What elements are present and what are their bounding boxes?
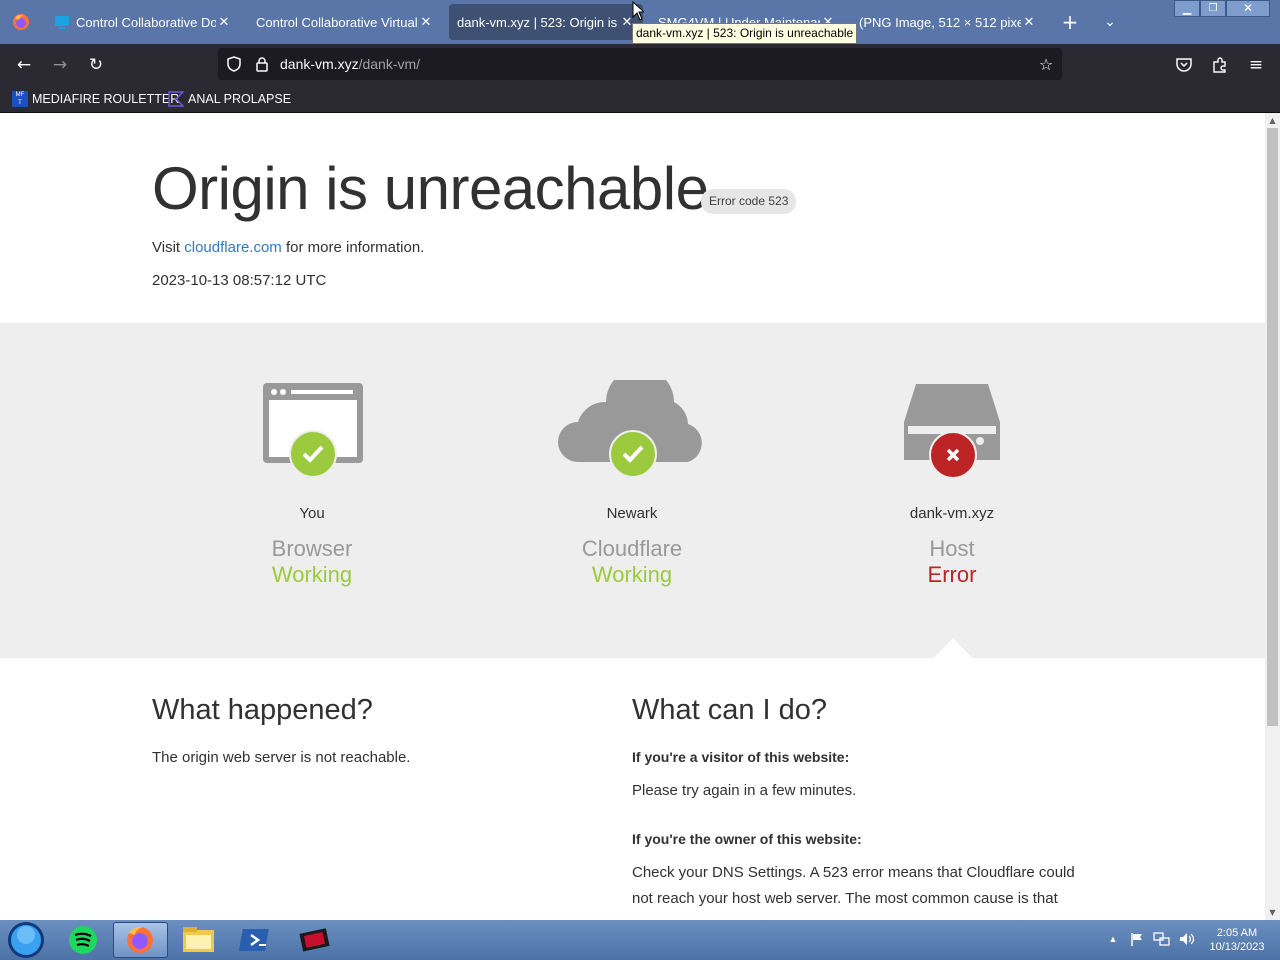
tab-control-collaborative-virtual[interactable]: Control Collaborative Virtual M ✕ [250,4,440,40]
what-happened-body: The origin web server is not reachable. [152,749,411,766]
taskbar-media-button[interactable] [287,922,342,958]
error-badge-icon [929,431,977,479]
bookmark-star-icon[interactable]: ☆ [1034,53,1058,77]
back-arrow-icon[interactable]: ← [12,53,36,77]
error-code-badge: Error code 523 [701,189,797,214]
visit-suffix: for more information. [285,239,425,256]
scrollbar-thumb[interactable] [1267,128,1278,726]
monitor-icon [54,14,70,30]
node-cloudflare: Newark Cloudflare Working [472,505,792,588]
tab-label: dank-vm.xyz | 523: Origin is ur [457,14,619,30]
timestamp: 2023-10-13 08:57:12 UTC [152,272,327,289]
what-can-i-do-heading: What can I do? [632,694,828,726]
node-browser: You Browser Working [152,505,472,588]
scroll-up-arrow-icon[interactable]: ▲ [1265,113,1280,128]
tab-label: Control Collaborative Door [76,14,216,30]
tab-label: (PNG Image, 512 × 512 pixels) [859,14,1021,30]
clock-date: 10/13/2023 [1209,941,1265,953]
scroll-down-arrow-icon[interactable]: ▼ [1265,905,1280,920]
visit-line: Visit cloudflare.com for more informatio… [152,239,424,256]
pocket-icon[interactable] [1172,53,1196,77]
taskbar-clock[interactable]: 2:05 AM 10/13/2023 [1200,926,1274,954]
close-tab-icon[interactable]: ✕ [418,14,434,30]
url-path: /dank-vm/ [358,56,421,72]
reload-icon[interactable]: ↻ [84,53,108,77]
node-host: dank-vm.xyz Host Error [792,505,1112,588]
tab-tooltip: dank-vm.xyz | 523: Origin is unreachable [632,23,858,44]
tab-label: Control Collaborative Virtual M [256,14,418,30]
taskbar-spotify-button[interactable] [56,922,111,958]
action-center-flag-icon[interactable] [1129,931,1145,947]
url-domain: dank-vm.xyz [280,56,359,72]
new-tab-icon[interactable]: + [1058,10,1082,34]
bookmark-anal-prolapse[interactable]: ANAL PROLAPSE [168,91,291,107]
minimize-window-icon[interactable]: ▁ [1174,0,1200,17]
lock-icon[interactable] [254,56,270,72]
page-title: Origin is unreachable [152,155,709,222]
bookmark-label: MEDIAFIRE ROULETTER [32,92,180,106]
node-status: Working [591,562,673,587]
node-status: Error [927,562,977,587]
node-kind[interactable]: Cloudflare [472,536,792,562]
mouse-cursor-icon [632,0,646,21]
owner-heading: If you're the owner of this website: [632,831,862,847]
show-hidden-icons-icon[interactable]: ▲ [1106,932,1120,946]
tab-dank-vm-active[interactable]: dank-vm.xyz | 523: Origin is ur ✕ [449,4,643,40]
node-location: Newark [606,505,658,522]
forward-arrow-icon[interactable]: → [48,53,72,77]
url-text[interactable]: dank-vm.xyz/dank-vm/ [280,56,420,74]
shield-icon[interactable] [226,56,242,72]
list-all-tabs-icon[interactable]: ⌄ [1098,10,1122,34]
bookmark-favicon-icon [168,91,185,107]
check-badge-icon [289,430,337,478]
owner-body-line-2: not reach your host web server. The most… [632,890,1058,907]
hamburger-menu-icon[interactable]: ≡ [1244,53,1268,77]
taskbar-powershell-button[interactable] [229,922,284,958]
clock-time: 2:05 AM [1216,927,1258,939]
bookmark-label: ANAL PROLAPSE [188,92,292,106]
node-location: dank-vm.xyz [909,505,995,522]
tab-png-image[interactable]: (PNG Image, 512 × 512 pixels) ✕ [853,4,1043,40]
check-badge-icon [609,430,657,478]
owner-body-line-1: Check your DNS Settings. A 523 error mea… [632,864,1075,881]
window-controls: ▁ ❐ ✕ [1174,0,1274,18]
visitor-heading: If you're a visitor of this website: [632,749,850,765]
firefox-menu-icon[interactable] [12,13,30,31]
visitor-body: Please try again in a few minutes. [632,782,857,799]
node-kind: Browser [271,536,353,561]
bookmark-mediafire-rouletter[interactable]: MF T MEDIAFIRE ROULETTER [12,91,179,107]
status-diagram-panel [0,323,1265,658]
tab-control-collaborative-door[interactable]: Control Collaborative Door ✕ [48,4,238,40]
close-tab-icon[interactable]: ✕ [1021,14,1037,30]
error-pointer-notch [934,638,972,658]
visit-prefix: Visit [152,239,181,256]
close-window-icon[interactable]: ✕ [1226,0,1270,17]
close-tab-icon[interactable]: ✕ [216,14,232,30]
node-status: Working [271,562,353,587]
maximize-window-icon[interactable]: ❐ [1200,0,1226,17]
node-location: You [299,505,325,522]
start-button-icon[interactable] [6,921,46,959]
taskbar-explorer-button[interactable] [171,922,226,958]
what-happened-heading: What happened? [152,694,373,726]
extensions-icon[interactable] [1208,53,1232,77]
volume-icon[interactable] [1178,931,1196,947]
taskbar-firefox-button[interactable] [113,922,168,958]
mediafire-favicon-icon: MF T [12,91,28,107]
network-icon[interactable] [1153,931,1171,947]
node-kind: Host [929,536,975,561]
cloudflare-link[interactable]: cloudflare.com [184,239,282,256]
